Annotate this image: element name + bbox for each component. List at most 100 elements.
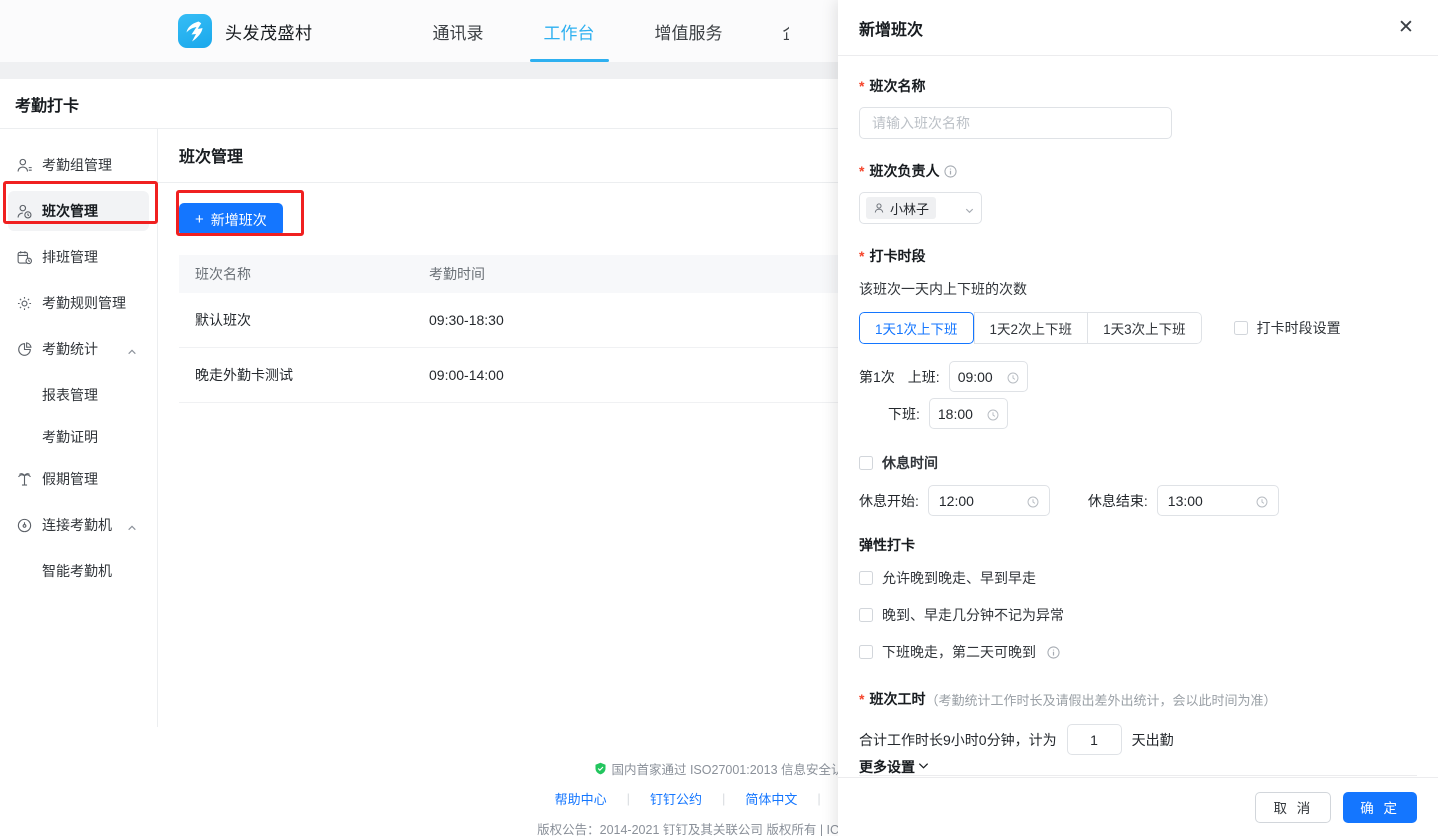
clock-icon xyxy=(1027,495,1039,507)
rest-end-label: 休息结束: xyxy=(1088,491,1148,511)
page-title: 考勤打卡 xyxy=(15,92,79,116)
device-icon xyxy=(15,516,33,534)
punch-count-option-3[interactable]: 1天3次上下班 xyxy=(1087,312,1202,344)
sidebar-item-label: 排班管理 xyxy=(42,247,98,267)
punch-period-hint: 该班次一天内上下班的次数 xyxy=(859,279,1417,299)
punch-off-time-value: 18:00 xyxy=(938,406,973,422)
dingtalk-logo-icon xyxy=(178,14,212,48)
punch-on-time-value: 09:00 xyxy=(958,369,993,385)
footer-link-help-center[interactable]: 帮助中心 xyxy=(555,789,607,808)
punch-count-segmented-control: 1天1次上下班 1天2次上下班 1天3次上下班 打卡时段设置 xyxy=(859,312,1417,344)
sidebar-item-scheduling[interactable]: 排班管理 xyxy=(8,237,149,277)
cell-shift-name: 默认班次 xyxy=(179,310,429,330)
nav-tab-value-added[interactable]: 增值服务 xyxy=(625,0,753,62)
rest-start-time-value: 12:00 xyxy=(939,493,974,509)
nav-tab-workbench[interactable]: 工作台 xyxy=(514,0,625,62)
shift-name-label: * 班次名称 xyxy=(859,76,1417,96)
close-icon[interactable]: ✕ xyxy=(1395,17,1417,39)
punch-on-row: 第1次 上班: 09:00 xyxy=(859,361,1417,392)
required-asterisk: * xyxy=(859,249,864,263)
sidebar-item-holiday-management[interactable]: 假期管理 xyxy=(8,459,149,499)
work-hours-note: （考勤统计工作时长及请假出差外出统计，会以此时间为准） xyxy=(925,690,1276,709)
footer-link-simplified-chinese[interactable]: 简体中文 xyxy=(745,789,797,808)
nav-tab-enterprise[interactable]: 企 xyxy=(753,0,789,62)
iso-text: 国内首家通过 ISO27001:2013 信息安全认 xyxy=(611,759,843,778)
gear-icon xyxy=(15,294,33,312)
flexible-option-row: 允许晚到晚走、早到早走 xyxy=(859,568,1417,588)
sidebar-item-label: 考勤组管理 xyxy=(42,155,112,175)
punch-count-option-1[interactable]: 1天1次上下班 xyxy=(859,312,974,344)
flexible-option-checkbox[interactable] xyxy=(859,571,873,585)
punch-count-option-2[interactable]: 1天2次上下班 xyxy=(974,312,1088,344)
drawer-body: * 班次名称 * 班次负责人 小林子 xyxy=(838,56,1438,777)
sidebar-item-connect-device[interactable]: 连接考勤机 xyxy=(8,505,149,545)
work-hours-prefix: 合计工作时长9小时0分钟，计为 xyxy=(859,730,1057,750)
flexible-option-label: 下班晚走，第二天可晚到 xyxy=(882,642,1036,662)
confirm-button[interactable]: 确 定 xyxy=(1343,792,1417,823)
rest-end-time-input[interactable]: 13:00 xyxy=(1157,485,1279,516)
shift-owner-select[interactable]: 小林子 xyxy=(859,192,982,224)
sidebar-item-report-management[interactable]: 报表管理 xyxy=(0,375,157,415)
cancel-button[interactable]: 取 消 xyxy=(1255,792,1331,823)
app-root: 头发茂盛村 通讯录 工作台 增值服务 企 考勤打卡 考勤组管理 xyxy=(0,0,1438,836)
sidebar-item-attendance-group[interactable]: 考勤组管理 xyxy=(8,145,149,185)
cell-shift-time: 09:00-14:00 xyxy=(429,367,829,383)
clock-icon xyxy=(987,408,999,420)
punch-count-options: 1天1次上下班 1天2次上下班 1天3次上下班 xyxy=(859,312,1202,344)
sidebar-item-smart-device[interactable]: 智能考勤机 xyxy=(0,551,157,591)
sidebar-item-attendance-certificate[interactable]: 考勤证明 xyxy=(0,417,157,457)
chevron-up-icon xyxy=(127,344,137,354)
punch-period-setting-checkbox-row: 打卡时段设置 xyxy=(1234,318,1341,338)
clock-icon xyxy=(1007,371,1019,383)
shift-owner-label-text: 班次负责人 xyxy=(869,161,939,181)
footer-link-convention[interactable]: 钉钉公约 xyxy=(650,789,702,808)
sidebar: 考勤组管理 班次管理 排班管理 xyxy=(0,129,158,727)
rest-start-label: 休息开始: xyxy=(859,491,919,511)
rest-start-time-input[interactable]: 12:00 xyxy=(928,485,1050,516)
palm-tree-icon xyxy=(15,470,33,488)
info-circle-icon xyxy=(1047,646,1060,659)
required-asterisk: * xyxy=(859,164,864,178)
shift-name-input[interactable] xyxy=(859,107,1172,139)
sidebar-item-attendance-rules[interactable]: 考勤规则管理 xyxy=(8,283,149,323)
flexible-option-checkbox[interactable] xyxy=(859,608,873,622)
plus-icon: + xyxy=(195,211,204,228)
punch-period-setting-checkbox[interactable] xyxy=(1234,321,1248,335)
more-settings-toggle[interactable]: 更多设置 xyxy=(859,757,930,777)
work-days-input[interactable] xyxy=(1067,724,1122,755)
add-shift-button[interactable]: + 新增班次 xyxy=(179,203,283,236)
rest-time-checkbox[interactable] xyxy=(859,456,873,470)
sidebar-item-label: 班次管理 xyxy=(42,201,98,221)
flexible-option-checkbox[interactable] xyxy=(859,645,873,659)
add-shift-drawer: 新增班次 ✕ * 班次名称 * 班次负责人 小林子 xyxy=(838,0,1438,836)
punch-period-label: * 打卡时段 xyxy=(859,246,1417,266)
sidebar-item-label: 考勤规则管理 xyxy=(42,293,126,313)
person-clock-icon xyxy=(15,202,33,220)
sidebar-item-label: 连接考勤机 xyxy=(42,515,112,535)
footer-link-separator: | xyxy=(722,791,725,806)
cell-shift-name: 晚走外勤卡测试 xyxy=(179,365,429,385)
sidebar-item-shift-management[interactable]: 班次管理 xyxy=(8,191,149,231)
shift-owner-tag: 小林子 xyxy=(866,197,936,219)
nav-tabs: 通讯录 工作台 增值服务 企 xyxy=(403,0,789,62)
shift-owner-label: * 班次负责人 xyxy=(859,161,1417,181)
rest-time-label: 休息时间 xyxy=(882,453,938,473)
pie-chart-icon xyxy=(15,340,33,358)
rest-end-time-value: 13:00 xyxy=(1168,493,1203,509)
shift-owner-tag-label: 小林子 xyxy=(890,199,929,218)
chevron-up-icon xyxy=(127,520,137,530)
shift-name-label-text: 班次名称 xyxy=(869,76,925,96)
punch-off-time-input[interactable]: 18:00 xyxy=(929,398,1008,429)
nav-tab-contacts[interactable]: 通讯录 xyxy=(403,0,514,62)
drawer-header: 新增班次 ✕ xyxy=(838,0,1438,56)
work-hours-label: * 班次工时 （考勤统计工作时长及请假出差外出统计，会以此时间为准） xyxy=(859,689,1417,709)
rest-time-checkbox-row: 休息时间 xyxy=(859,453,1417,473)
flexible-option-row: 晚到、早走几分钟不记为异常 xyxy=(859,605,1417,625)
brand: 头发茂盛村 xyxy=(178,14,313,48)
sidebar-item-attendance-statistics[interactable]: 考勤统计 xyxy=(8,329,149,369)
cell-shift-time: 09:30-18:30 xyxy=(429,312,829,328)
punch-period-label-text: 打卡时段 xyxy=(869,246,925,266)
brand-name: 头发茂盛村 xyxy=(225,19,313,44)
punch-on-time-input[interactable]: 09:00 xyxy=(949,361,1028,392)
work-hours-suffix: 天出勤 xyxy=(1132,730,1174,750)
